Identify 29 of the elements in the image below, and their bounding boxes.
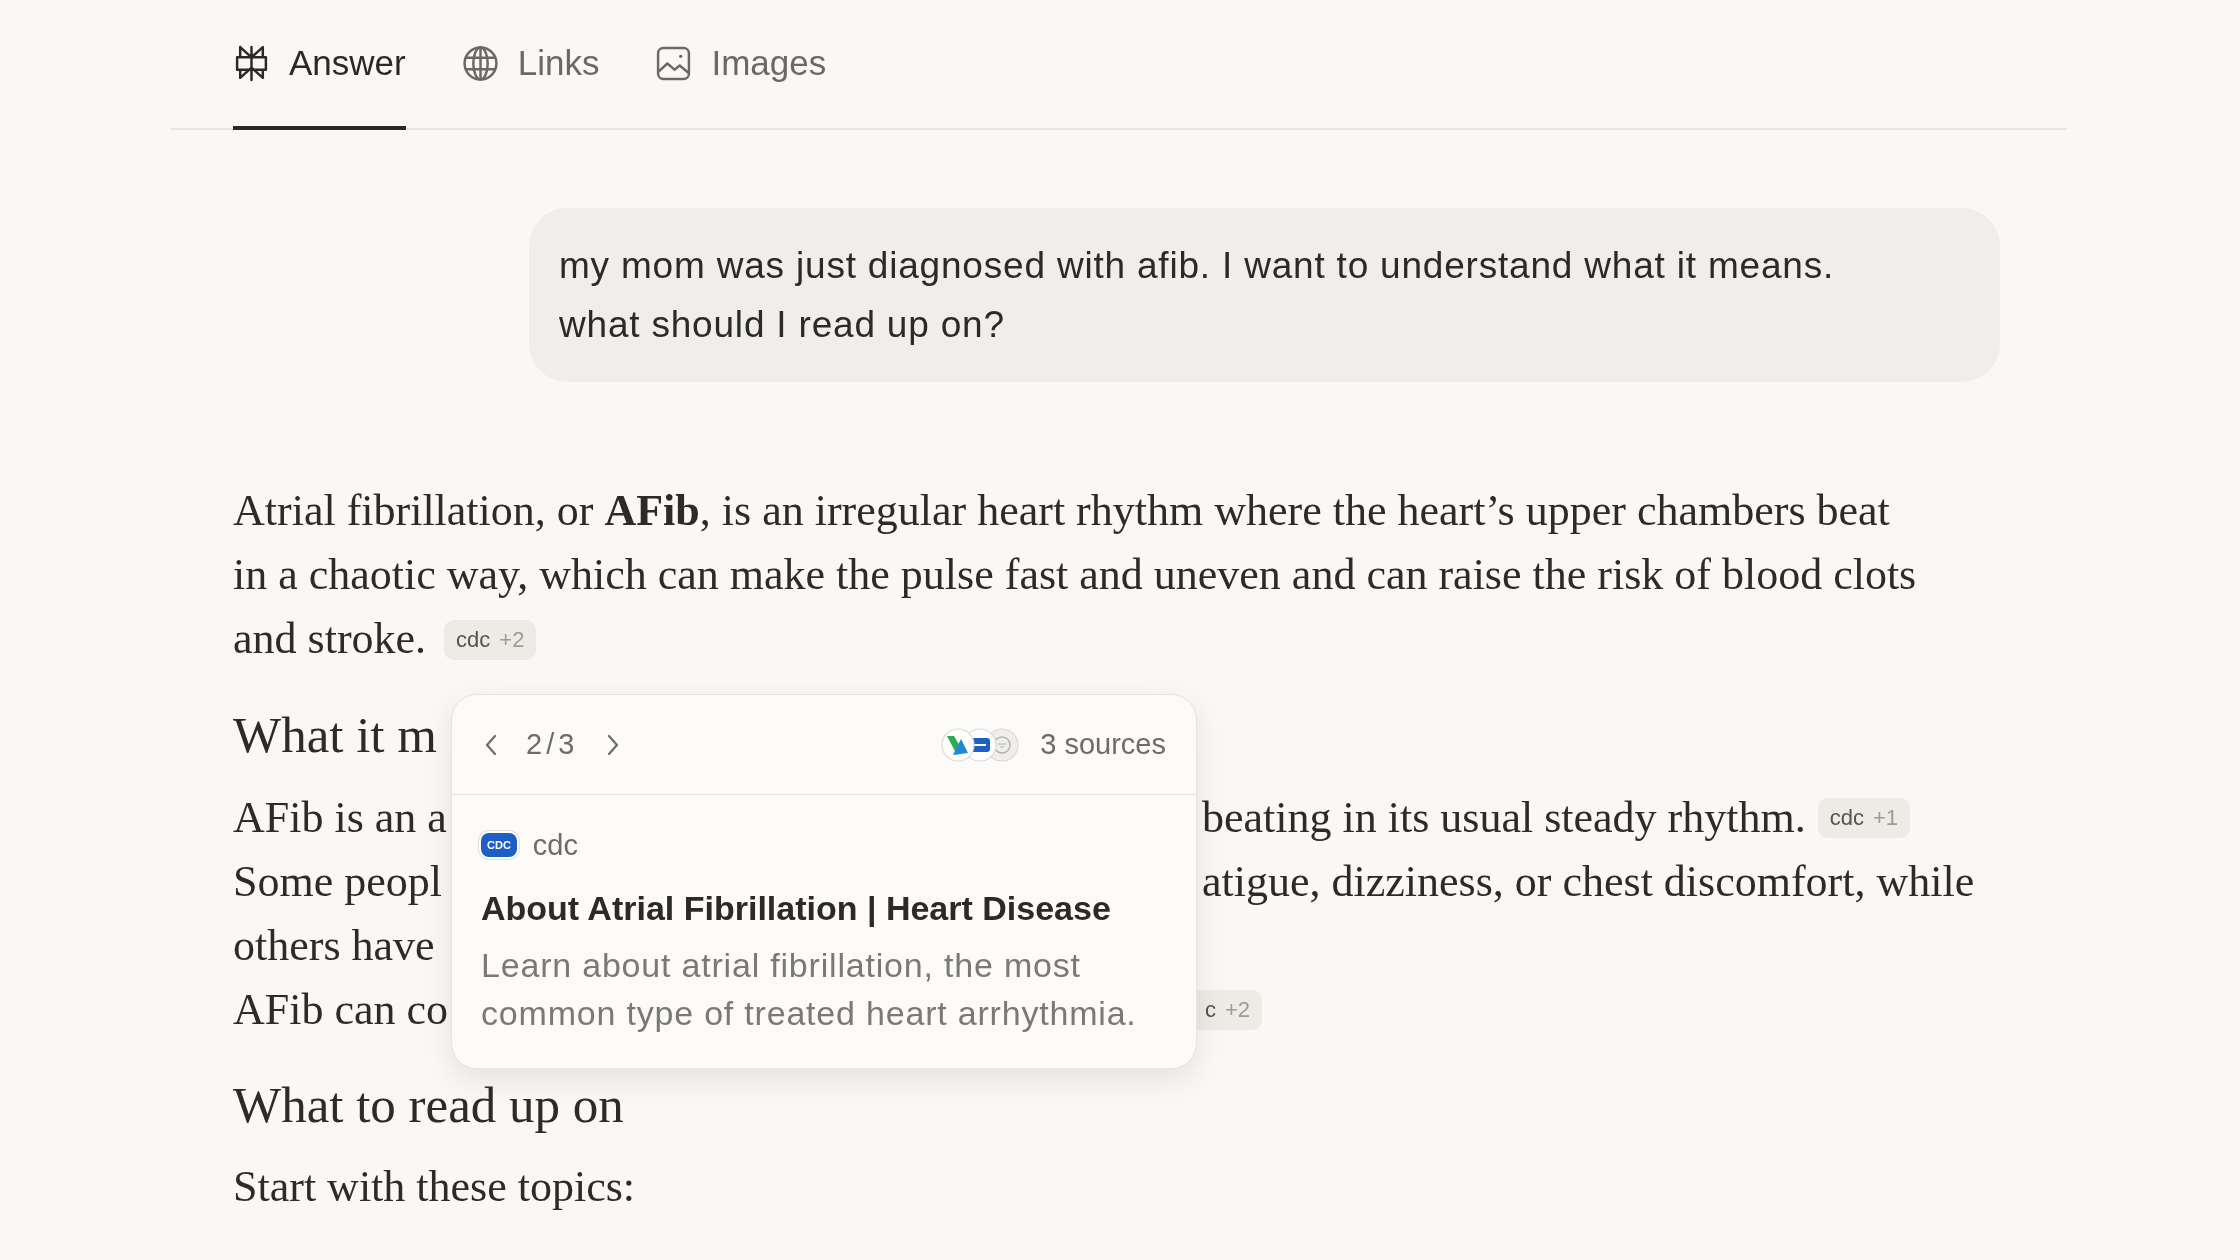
source-title-link[interactable]: About Atrial Fibrillation | Heart Disease — [481, 886, 1167, 930]
image-icon — [655, 44, 693, 82]
answer-text-fragment: Some peopl — [233, 856, 443, 908]
tab[interactable]: Links — [461, 0, 600, 130]
globe-icon — [461, 44, 499, 82]
answer-text-fragment: others have — [233, 920, 436, 972]
answer-text-fragment: AFib can co — [233, 984, 450, 1036]
tab[interactable]: Images — [655, 0, 827, 130]
answer-text: Start with these topics: — [233, 1161, 637, 1213]
citation-chip[interactable]: cdc +2 — [444, 619, 537, 660]
section-heading: What to read up on — [233, 1076, 625, 1135]
source-logo: CDC — [481, 833, 517, 857]
logo-icon — [233, 44, 270, 82]
source-description: Learn about atrial fibrillation, the most common type of treated heart arrhythmia. — [481, 945, 1138, 1034]
chevron-right-icon — [606, 732, 621, 757]
source-logos-icon — [940, 726, 1021, 763]
chevron-left-icon — [484, 732, 498, 757]
citation-chip[interactable]: cdc +1 — [1817, 798, 1911, 838]
answer-text-fragment: AFib is an a — [233, 792, 448, 844]
user-message: my mom was just diagnosed with afib. I want to understand what it means. what should I read up on? — [529, 208, 2000, 382]
answer-text-fragment: atigue, dizziness, or chest discomfort, while — [1202, 856, 1975, 908]
section-heading: What it m — [233, 706, 438, 765]
answer-paragraph: Atrial fibrillation, or AFib, is an irregular heart rhythm where the heart’s upper chambers beat in a chaotic way, which can make the pulse fast and uneven and can raise the risk of blood clots and stroke. cdc +2 — [233, 485, 1918, 665]
page-counter: 2/3 — [526, 728, 579, 761]
citation-chip[interactable]: c +2 — [1197, 990, 1263, 1030]
answer-text-fragment: beating in its usual steady rhythm. — [1202, 792, 1806, 844]
source-name: cdc — [532, 828, 578, 862]
sources-button[interactable]: 3 sources — [940, 726, 1166, 763]
tab[interactable]: Answer — [233, 0, 406, 130]
